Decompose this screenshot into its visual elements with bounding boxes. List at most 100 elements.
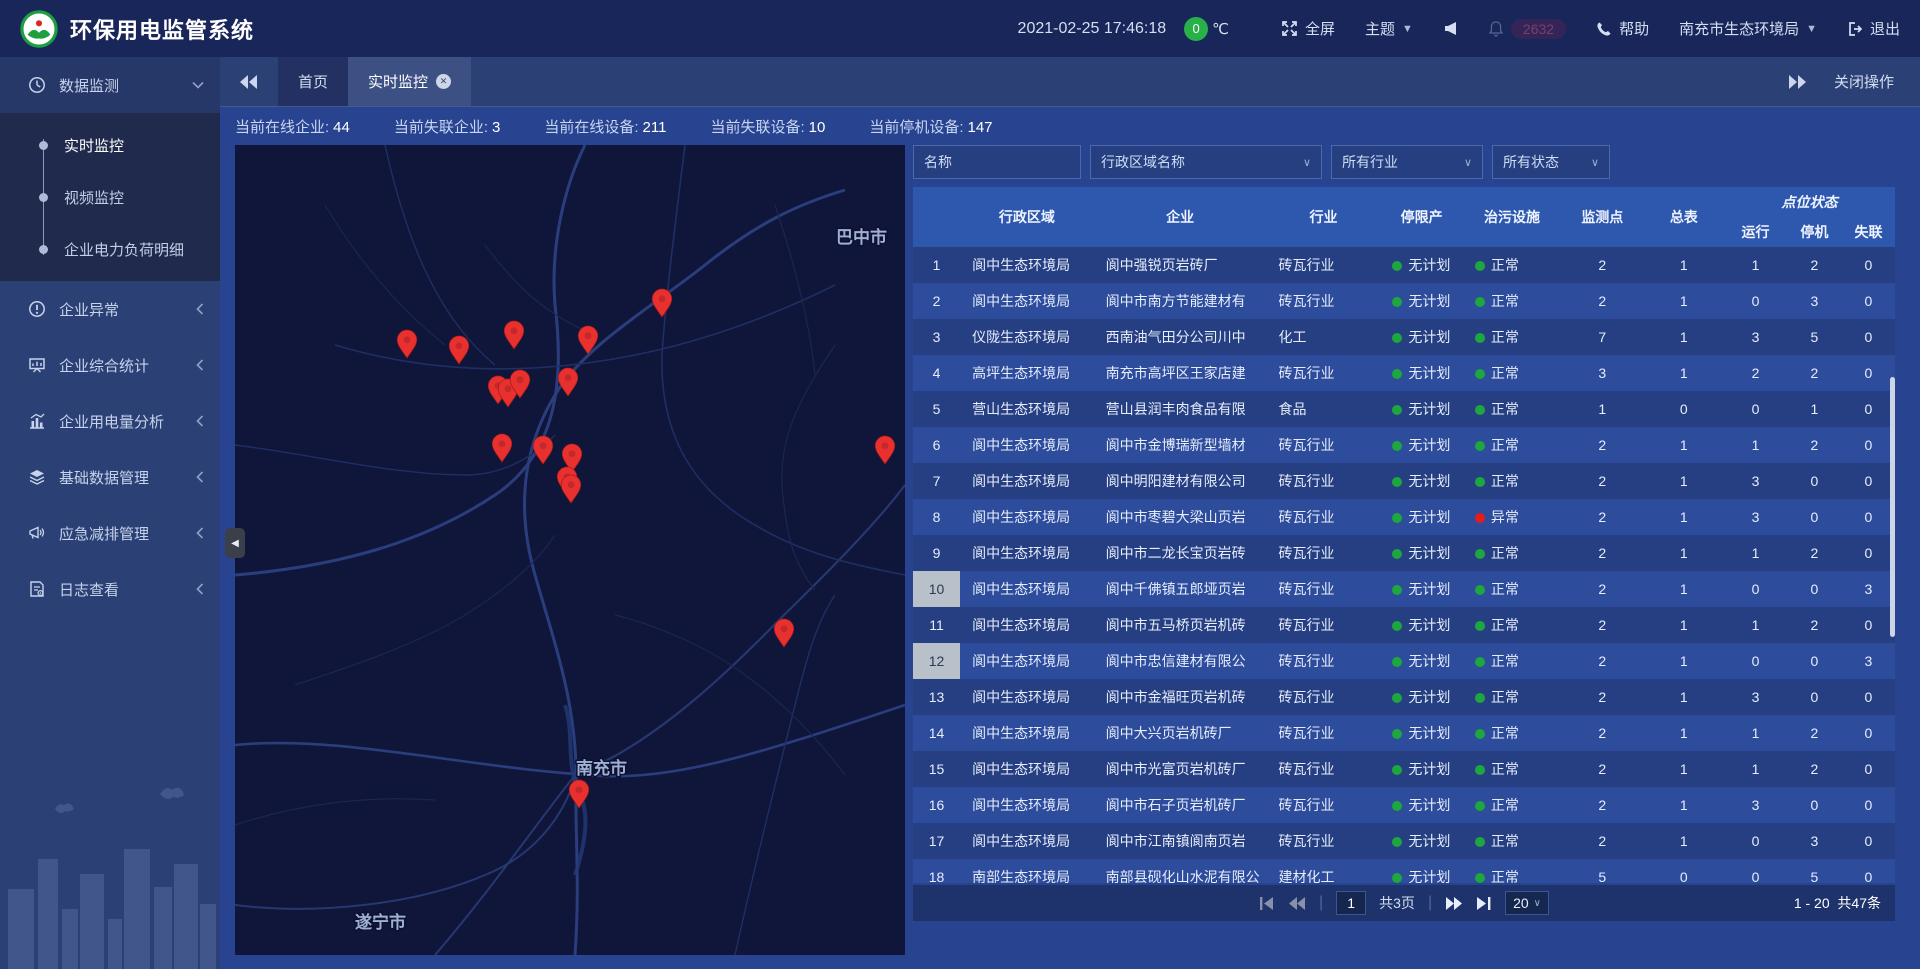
cell-region: 阆中生态环境局 [960, 427, 1094, 463]
notifications-button[interactable]: 2632 [1488, 19, 1566, 39]
map-panel[interactable]: ◀ 巴中市南充市遂宁市 [235, 145, 905, 955]
map-collapse-toggle[interactable]: ◀ [225, 528, 245, 558]
submenu-label: 视频监控 [64, 187, 124, 208]
next-page-button[interactable] [1445, 897, 1463, 910]
table-row[interactable]: 13阆中生态环境局阆中市金福旺页岩机砖砖瓦行业无计划正常21300 [913, 679, 1895, 715]
close-operations-button[interactable]: 关闭操作 [1834, 71, 1894, 92]
name-filter-input[interactable] [913, 145, 1081, 179]
cell-running: 1 [1724, 751, 1787, 787]
page-size-select[interactable]: 20 ∨ [1505, 891, 1549, 915]
name-input[interactable] [924, 154, 1070, 170]
table-row[interactable]: 4高坪生态环境局南充市高坪区王家店建砖瓦行业无计划正常31220 [913, 355, 1895, 391]
stat-value: 3 [492, 119, 500, 136]
table-row[interactable]: 3仪陇生态环境局西南油气田分公司川中化工无计划正常71350 [913, 319, 1895, 355]
cell-points: 1 [1561, 391, 1643, 427]
close-tab-icon[interactable]: ✕ [436, 74, 451, 89]
sidebar-item-4[interactable]: 基础数据管理 [0, 449, 220, 505]
sidebar-item-2[interactable]: 企业综合统计 [0, 337, 220, 393]
cell-points: 3 [1561, 355, 1643, 391]
theme-menu[interactable]: 主题 ▼ [1365, 18, 1413, 39]
cell-index: 6 [913, 427, 960, 463]
table-row[interactable]: 2阆中生态环境局阆中市南方节能建材有砖瓦行业无计划正常21030 [913, 283, 1895, 319]
table-row[interactable]: 7阆中生态环境局阆中明阳建材有限公司砖瓦行业无计划正常21300 [913, 463, 1895, 499]
fullscreen-button[interactable]: 全屏 [1281, 18, 1335, 39]
table-row[interactable]: 1阆中生态环境局阆中强锐页岩砖厂砖瓦行业无计划正常21120 [913, 247, 1895, 283]
last-page-button[interactable] [1476, 897, 1492, 910]
first-page-button[interactable] [1259, 897, 1275, 910]
cell-region: 阆中生态环境局 [960, 643, 1094, 679]
stat-label: 当前失联设备: [710, 119, 804, 136]
submenu-label: 企业电力负荷明细 [64, 239, 184, 260]
table-scrollbar-thumb[interactable] [1890, 377, 1895, 637]
table-row[interactable]: 11阆中生态环境局阆中市五马桥页岩机砖砖瓦行业无计划正常21120 [913, 607, 1895, 643]
sidebar-item-3[interactable]: 企业用电量分析 [0, 393, 220, 449]
cell-company: 阆中市江南镇阆南页岩 [1094, 823, 1267, 859]
cell-industry: 砖瓦行业 [1267, 715, 1381, 751]
cell-running: 0 [1724, 859, 1787, 883]
tab-scroll-left-button[interactable] [220, 57, 278, 106]
status-filter-select[interactable]: 所有状态 ∨ [1492, 145, 1610, 179]
sidebar-subitem-企业电力负荷明细[interactable]: 企业电力负荷明细 [0, 223, 220, 275]
sound-toggle[interactable] [1443, 21, 1458, 36]
cell-stopped: 2 [1787, 355, 1842, 391]
table-row[interactable]: 17阆中生态环境局阆中市江南镇阆南页岩砖瓦行业无计划正常21030 [913, 823, 1895, 859]
cell-running: 3 [1724, 463, 1787, 499]
sidebar-item-5[interactable]: 应急减排管理 [0, 505, 220, 561]
sidebar-subitem-视频监控[interactable]: 视频监控 [0, 171, 220, 223]
tab-realtime-label: 实时监控 [368, 71, 428, 92]
prev-page-button[interactable] [1288, 897, 1306, 910]
chevron-down-icon: ∨ [1591, 156, 1599, 169]
page-number-input[interactable]: 1 [1336, 891, 1366, 915]
cell-lost: 0 [1842, 823, 1895, 859]
cell-points: 2 [1561, 715, 1643, 751]
table-row[interactable]: 9阆中生态环境局阆中市二龙长宝页岩砖砖瓦行业无计划正常21120 [913, 535, 1895, 571]
status-dot-green-icon [1392, 333, 1402, 343]
region-filter-select[interactable]: 行政区域名称 ∨ [1090, 145, 1322, 179]
sidebar-item-1[interactable]: 企业异常 [0, 281, 220, 337]
double-chevron-right-icon[interactable] [1788, 75, 1806, 89]
map-canvas[interactable]: 巴中市南充市遂宁市 [235, 145, 905, 955]
table-row[interactable]: 18南部生态环境局南部县砚化山水泥有限公建材化工无计划正常50050 [913, 859, 1895, 883]
cell-limit-status: 无计划 [1380, 787, 1462, 823]
table-row[interactable]: 8阆中生态环境局阆中市枣碧大梁山页岩砖瓦行业无计划异常21300 [913, 499, 1895, 535]
help-button[interactable]: 帮助 [1596, 18, 1649, 39]
org-menu[interactable]: 南充市生态环境局 ▼ [1679, 18, 1817, 39]
map-city-label: 巴中市 [836, 227, 887, 247]
industry-filter-select[interactable]: 所有行业 ∨ [1331, 145, 1483, 179]
table-row[interactable]: 15阆中生态环境局阆中市光富页岩机砖厂砖瓦行业无计划正常21120 [913, 751, 1895, 787]
fullscreen-icon [1281, 20, 1298, 37]
cell-points: 2 [1561, 823, 1643, 859]
sidebar-item-6[interactable]: 日志查看 [0, 561, 220, 617]
sidebar-subitem-实时监控[interactable]: 实时监控 [0, 119, 220, 171]
tab-realtime-monitor[interactable]: 实时监控 ✕ [348, 57, 471, 106]
table-row[interactable]: 16阆中生态环境局阆中市石子页岩机砖厂砖瓦行业无计划正常21300 [913, 787, 1895, 823]
tab-home[interactable]: 首页 [278, 57, 348, 106]
status-dot-green-icon [1392, 441, 1402, 451]
layers-icon [28, 468, 46, 486]
cell-stopped: 0 [1787, 463, 1842, 499]
cell-meters: 1 [1644, 355, 1725, 391]
table-row[interactable]: 12阆中生态环境局阆中市忠信建材有限公砖瓦行业无计划正常21003 [913, 643, 1895, 679]
status-filter-value: 所有状态 [1503, 152, 1559, 172]
status-dot-green-icon [1475, 873, 1485, 883]
table-row[interactable]: 6阆中生态环境局阆中市金博瑞新型墙材砖瓦行业无计划正常21120 [913, 427, 1895, 463]
table-row[interactable]: 5营山生态环境局营山县润丰肉食品有限食品无计划正常10010 [913, 391, 1895, 427]
table-row[interactable]: 10阆中生态环境局阆中千佛镇五郎垭页岩砖瓦行业无计划正常21003 [913, 571, 1895, 607]
pagination-range-label: 1 - 20 共47条 [1794, 893, 1881, 913]
cell-meters: 1 [1644, 427, 1725, 463]
gauge-icon [28, 76, 46, 94]
cell-region: 阆中生态环境局 [960, 679, 1094, 715]
cell-facility-status: 正常 [1463, 787, 1561, 823]
bullet-dot-icon [39, 141, 48, 150]
logout-button[interactable]: 退出 [1847, 18, 1900, 39]
table-row[interactable]: 14阆中生态环境局阆中大兴页岩机砖厂砖瓦行业无计划正常21120 [913, 715, 1895, 751]
industry-filter-value: 所有行业 [1342, 152, 1398, 172]
status-dot-green-icon [1475, 801, 1485, 811]
region-filter-value: 行政区域名称 [1101, 152, 1185, 172]
sidebar-item-0[interactable]: 数据监测 [0, 57, 220, 113]
cell-industry: 砖瓦行业 [1267, 571, 1381, 607]
phone-icon [1596, 21, 1612, 37]
divider: | [1319, 894, 1323, 912]
cell-limit-status: 无计划 [1380, 643, 1462, 679]
cell-region: 阆中生态环境局 [960, 283, 1094, 319]
